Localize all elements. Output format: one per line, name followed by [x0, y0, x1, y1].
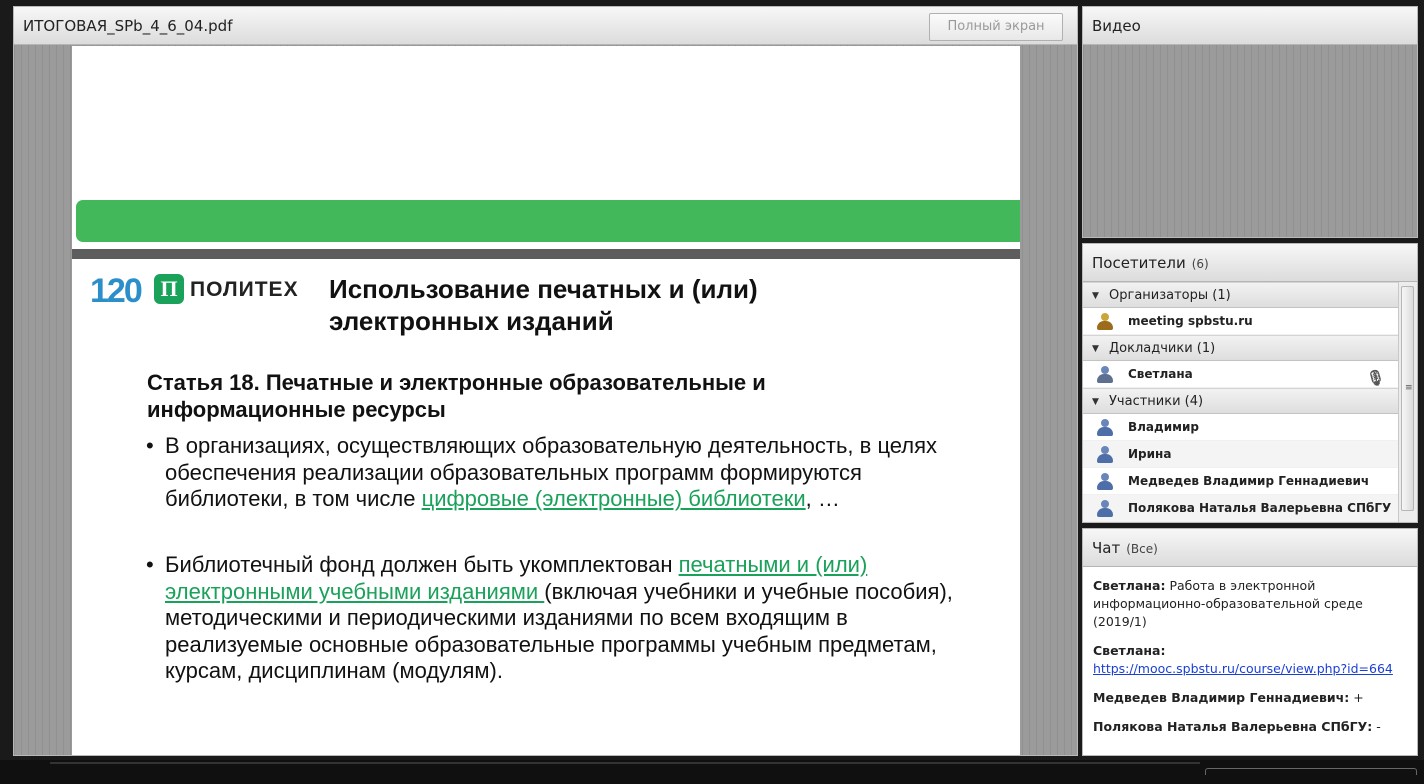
- attendee-name: Светлана: [1128, 367, 1193, 381]
- attendee-scrollbar[interactable]: ≡: [1398, 282, 1417, 522]
- slide-subtitle: Статья 18. Печатные и электронные образо…: [147, 370, 766, 422]
- bottom-divider: [50, 762, 1200, 764]
- attendee-name: Медведев Владимир Геннадиевич: [1128, 474, 1370, 488]
- slide-header-green-bar: [76, 200, 1020, 242]
- bullet-2-text: Библиотечный фонд должен быть укомплекто…: [165, 552, 679, 577]
- collapse-triangle-icon[interactable]: ▼: [1092, 389, 1099, 415]
- attendee-row[interactable]: meeting spbstu.ru: [1083, 308, 1399, 335]
- attendee-row[interactable]: Светлана 🎙: [1083, 361, 1399, 388]
- politech-logo-icon: П: [154, 274, 184, 304]
- share-content-area: 120 П ПОЛИТЕХ Использование печатных и (…: [14, 45, 1077, 755]
- attendee-name: Полякова Наталья Валерьевна СПбГУ: [1128, 501, 1392, 515]
- chat-messages: Светлана: Работа в электронной информаци…: [1083, 567, 1417, 755]
- logo-120: 120: [90, 272, 143, 310]
- chat-pod: Чат (Все) Светлана: Работа в электронной …: [1082, 528, 1418, 756]
- attendee-row[interactable]: Ирина: [1083, 441, 1399, 468]
- chat-sender: Светлана:: [1093, 578, 1166, 593]
- bullet-marker: •: [146, 433, 154, 458]
- video-pod: Видео: [1082, 6, 1418, 238]
- collapse-triangle-icon[interactable]: ▼: [1092, 283, 1099, 309]
- group-presenters[interactable]: ▼ Докладчики (1): [1083, 335, 1399, 361]
- fullscreen-button[interactable]: Полный экран: [929, 13, 1063, 41]
- video-area: [1083, 45, 1417, 237]
- attendees-pod: Посетители (6) ▼ Организаторы (1) meeting …: [1082, 243, 1418, 523]
- chat-input-edge: [1205, 768, 1417, 775]
- attendee-name: Ирина: [1128, 447, 1172, 461]
- chat-title-text: Чат: [1092, 539, 1121, 557]
- slide-title: Использование печатных и (или) электронн…: [329, 274, 758, 336]
- attendee-list: ▼ Организаторы (1) meeting spbstu.ru ▼ Док…: [1083, 282, 1399, 522]
- group-hosts-label: Организаторы (1): [1109, 288, 1231, 303]
- chat-message: Светлана: Работа в электронной информаци…: [1093, 577, 1407, 631]
- group-participants[interactable]: ▼ Участники (4): [1083, 388, 1399, 414]
- slide-bullet-1: • В организациях, осуществляющих образов…: [146, 433, 985, 513]
- politech-logo-text: ПОЛИТЕХ: [190, 278, 299, 301]
- video-pod-title: Видео: [1083, 7, 1417, 45]
- attendee-row[interactable]: Владимир: [1083, 414, 1399, 441]
- presenter-user-icon: [1097, 366, 1113, 383]
- attendee-row[interactable]: Медведев Владимир Геннадиевич: [1083, 468, 1399, 495]
- attendees-count: (6): [1191, 257, 1209, 271]
- bullet-1-link[interactable]: цифровые (электронные) библиотеки: [422, 486, 806, 511]
- grip-icon: ≡: [1405, 383, 1413, 393]
- chat-link[interactable]: https://mooc.spbstu.ru/course/view.php?i…: [1093, 661, 1393, 676]
- user-icon: [1097, 473, 1113, 490]
- user-icon: [1097, 500, 1113, 517]
- presentation-slide: 120 П ПОЛИТЕХ Использование печатных и (…: [72, 46, 1020, 755]
- chat-message: Светлана: https://mooc.spbstu.ru/course/v…: [1093, 642, 1407, 678]
- group-hosts[interactable]: ▼ Организаторы (1): [1083, 282, 1399, 308]
- slide-header-gray-bar: [72, 249, 1020, 259]
- attendees-pod-title: Посетители (6): [1083, 244, 1417, 282]
- share-pod: ИТОГОВАЯ_SPb_4_6_04.pdf Полный экран 120…: [13, 6, 1078, 756]
- chat-filter[interactable]: (Все): [1126, 542, 1158, 556]
- chat-sender: Светлана:: [1093, 643, 1166, 658]
- scrollbar-thumb[interactable]: ≡: [1401, 286, 1414, 511]
- group-participants-label: Участники (4): [1109, 394, 1204, 409]
- slide-bullet-2: • Библиотечный фонд должен быть укомплек…: [146, 552, 985, 685]
- chat-message: Медведев Владимир Геннадиевич: +: [1093, 689, 1407, 707]
- chat-sender: Медведев Владимир Геннадиевич:: [1093, 690, 1350, 705]
- chat-sender: Полякова Наталья Валерьевна СПбГУ:: [1093, 719, 1373, 734]
- chat-message: Полякова Наталья Валерьевна СПбГУ: -: [1093, 718, 1407, 736]
- collapse-triangle-icon[interactable]: ▼: [1092, 336, 1099, 362]
- chat-text: -: [1376, 719, 1381, 734]
- user-icon: [1097, 419, 1113, 436]
- attendees-title-text: Посетители: [1092, 254, 1186, 272]
- attendee-name: Владимир: [1128, 420, 1199, 434]
- host-user-icon: [1097, 313, 1113, 330]
- group-presenters-label: Докладчики (1): [1109, 341, 1216, 356]
- bullet-1-text-end: , …: [805, 486, 840, 511]
- chat-pod-title: Чат (Все): [1083, 529, 1417, 567]
- attendee-row[interactable]: Полякова Наталья Валерьевна СПбГУ: [1083, 495, 1399, 522]
- attendee-name: meeting spbstu.ru: [1128, 314, 1253, 328]
- user-icon: [1097, 446, 1113, 463]
- bullet-marker: •: [146, 552, 154, 577]
- chat-text: +: [1353, 690, 1364, 705]
- share-pod-title: ИТОГОВАЯ_SPb_4_6_04.pdf: [14, 7, 1077, 45]
